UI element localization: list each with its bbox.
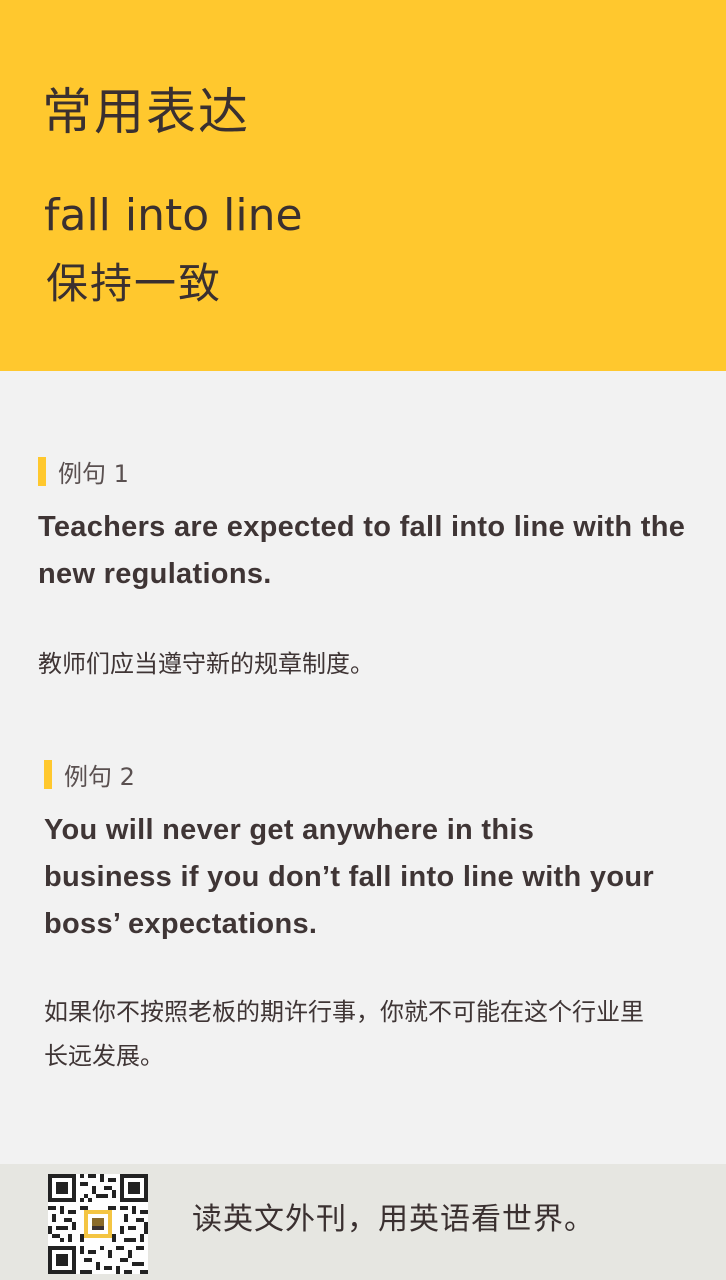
- header-banner: 常用表达 fall into line 保持一致: [0, 0, 726, 371]
- example-sentence-chinese: 如果你不按照老板的期许行事，你就不可能在这个行业里长远发展。: [44, 998, 644, 1070]
- example-label-text: 例句 1: [58, 459, 129, 488]
- page-title: 常用表达: [42, 83, 250, 141]
- footer-slogan: 读英文外刊，用英语看世界。: [192, 1202, 595, 1237]
- qr-code-icon[interactable]: [48, 1174, 148, 1274]
- example-sentence-english: Teachers are expected to fall into line …: [38, 511, 686, 590]
- footer: 读英文外刊，用英语看世界。: [0, 1164, 726, 1280]
- example-label: 例句 1: [38, 455, 698, 488]
- example-sentence-chinese: 教师们应当遵守新的规章制度。: [38, 650, 374, 678]
- example-sentence-english: You will never get anywhere in this busi…: [44, 814, 654, 940]
- label-accent-bar: [44, 759, 52, 789]
- phrase-meaning: 保持一致: [46, 259, 223, 308]
- label-accent-bar: [38, 456, 46, 486]
- example-label: 例句 2: [44, 758, 664, 791]
- example-block-2: 例句 2 You will never get anywhere in this…: [44, 758, 664, 1078]
- example-label-text: 例句 2: [64, 762, 135, 791]
- example-block-1: 例句 1 Teachers are expected to fall into …: [38, 455, 698, 686]
- phrase-english: fall into line: [44, 190, 303, 241]
